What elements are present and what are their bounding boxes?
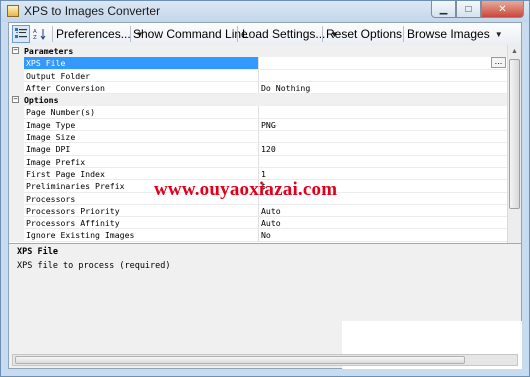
property-name: XPS File [24, 57, 259, 70]
dropdown-arrow-icon: ▼ [494, 29, 503, 39]
property-row-image-type[interactable]: Image Type PNG [9, 118, 507, 132]
horizontal-scrollbar[interactable] [12, 354, 518, 366]
property-row-xps-file[interactable]: XPS File ... [9, 57, 507, 70]
browse-button[interactable]: ... [491, 57, 506, 69]
close-icon: ✕ [498, 3, 507, 15]
category-options[interactable]: − Options [9, 94, 507, 107]
property-row-page-numbers[interactable]: Page Number(s) [9, 106, 507, 119]
alphabetical-sort-button[interactable]: A Z [31, 25, 49, 43]
scrollbar-thumb[interactable] [15, 356, 465, 364]
property-value[interactable]: Auto [259, 217, 507, 230]
browse-images-label: Browse Images [407, 27, 490, 41]
vertical-scrollbar[interactable]: ▲ ▼ [507, 45, 521, 261]
preferences-label: Preferences... [56, 27, 131, 41]
property-name: Output Folder [24, 69, 259, 82]
property-row-image-dpi[interactable]: Image DPI 120 [9, 143, 507, 156]
show-command-line-button[interactable]: Show Command Line [133, 26, 248, 42]
minimize-button[interactable]: ▁ [431, 1, 456, 18]
watermark-text: www.ouyaoxiazai.com [154, 179, 338, 200]
toolbar-separator [52, 26, 53, 42]
main-window: XPS to Images Converter ▁ □ ✕ A Z Prefer… [0, 0, 530, 377]
property-row-output-folder[interactable]: Output Folder [9, 69, 507, 82]
collapse-icon[interactable]: − [12, 47, 19, 54]
property-name: Image Prefix [24, 155, 259, 168]
maximize-icon: □ [465, 3, 472, 15]
property-value[interactable] [259, 156, 507, 168]
property-value[interactable]: 120 [259, 143, 507, 156]
show-command-line-label: Show Command Line [133, 27, 248, 41]
window-controls: ▁ □ ✕ [431, 1, 524, 19]
browse-images-menu[interactable]: Browse Images ▼ [407, 26, 503, 42]
scroll-up-icon[interactable]: ▲ [508, 45, 521, 58]
property-row-image-prefix[interactable]: Image Prefix [9, 155, 507, 168]
help-description: XPS file to process (required) [17, 261, 171, 271]
minimize-icon: ▁ [439, 3, 448, 15]
reset-options-button[interactable]: Reset Options [326, 26, 402, 42]
property-value[interactable]: Do Nothing [259, 82, 507, 95]
help-title: XPS File [17, 247, 58, 257]
scrollbar-thumb[interactable] [509, 59, 520, 209]
maximize-button[interactable]: □ [456, 1, 481, 18]
property-value[interactable]: No [259, 229, 507, 242]
toolbar-separator [322, 26, 323, 42]
property-rows: − Parameters XPS File ... Output Folder … [9, 45, 507, 242]
load-settings-menu[interactable]: Load Settings... ▼ [242, 26, 338, 42]
collapse-icon[interactable]: − [12, 96, 19, 104]
app-icon [7, 5, 19, 17]
property-value[interactable]: Auto [259, 205, 507, 218]
category-label: Parameters [24, 46, 74, 56]
property-name: Image DPI [24, 143, 259, 156]
property-row-processors-priority[interactable]: Processors Priority Auto [9, 204, 507, 218]
property-name: Image Type [24, 118, 259, 132]
property-row-ignore-existing-images[interactable]: Ignore Existing Images No [9, 229, 507, 242]
title-bar[interactable]: XPS to Images Converter ▁ □ ✕ [1, 1, 529, 22]
property-row-image-size[interactable]: Image Size [9, 131, 507, 144]
property-value[interactable] [259, 131, 507, 144]
toolbar-separator [403, 26, 404, 42]
property-grid: − Parameters XPS File ... Output Folder … [9, 45, 521, 262]
svg-text:Z: Z [33, 35, 37, 40]
category-label: Options [24, 95, 59, 106]
property-name: Processors Affinity [24, 217, 259, 230]
alphabetical-sort-icon: A Z [33, 29, 46, 40]
toolbar-separator [130, 26, 131, 42]
property-value[interactable] [259, 70, 507, 82]
property-value[interactable] [259, 106, 507, 119]
property-name: Ignore Existing Images [24, 229, 259, 242]
reset-options-label: Reset Options [326, 27, 403, 41]
property-value[interactable]: PNG [259, 119, 507, 132]
property-name: Page Number(s) [24, 106, 259, 119]
category-parameters[interactable]: − Parameters [9, 45, 507, 58]
property-name: Image Size [24, 131, 259, 144]
property-name: After Conversion [24, 81, 259, 95]
toolbar: A Z Preferences... ▼ Show Command Line Lo… [9, 23, 521, 46]
property-name: Processors Priority [24, 204, 259, 218]
property-row-processors-affinity[interactable]: Processors Affinity Auto [9, 217, 507, 230]
categorized-view-icon [15, 28, 27, 38]
property-value[interactable] [259, 57, 507, 70]
property-row-after-conversion[interactable]: After Conversion Do Nothing [9, 81, 507, 95]
categorized-view-button[interactable] [12, 25, 30, 43]
window-title: XPS to Images Converter [24, 4, 161, 18]
close-button[interactable]: ✕ [481, 1, 524, 18]
load-settings-label: Load Settings... [242, 27, 326, 41]
toolbar-separator [237, 26, 238, 42]
